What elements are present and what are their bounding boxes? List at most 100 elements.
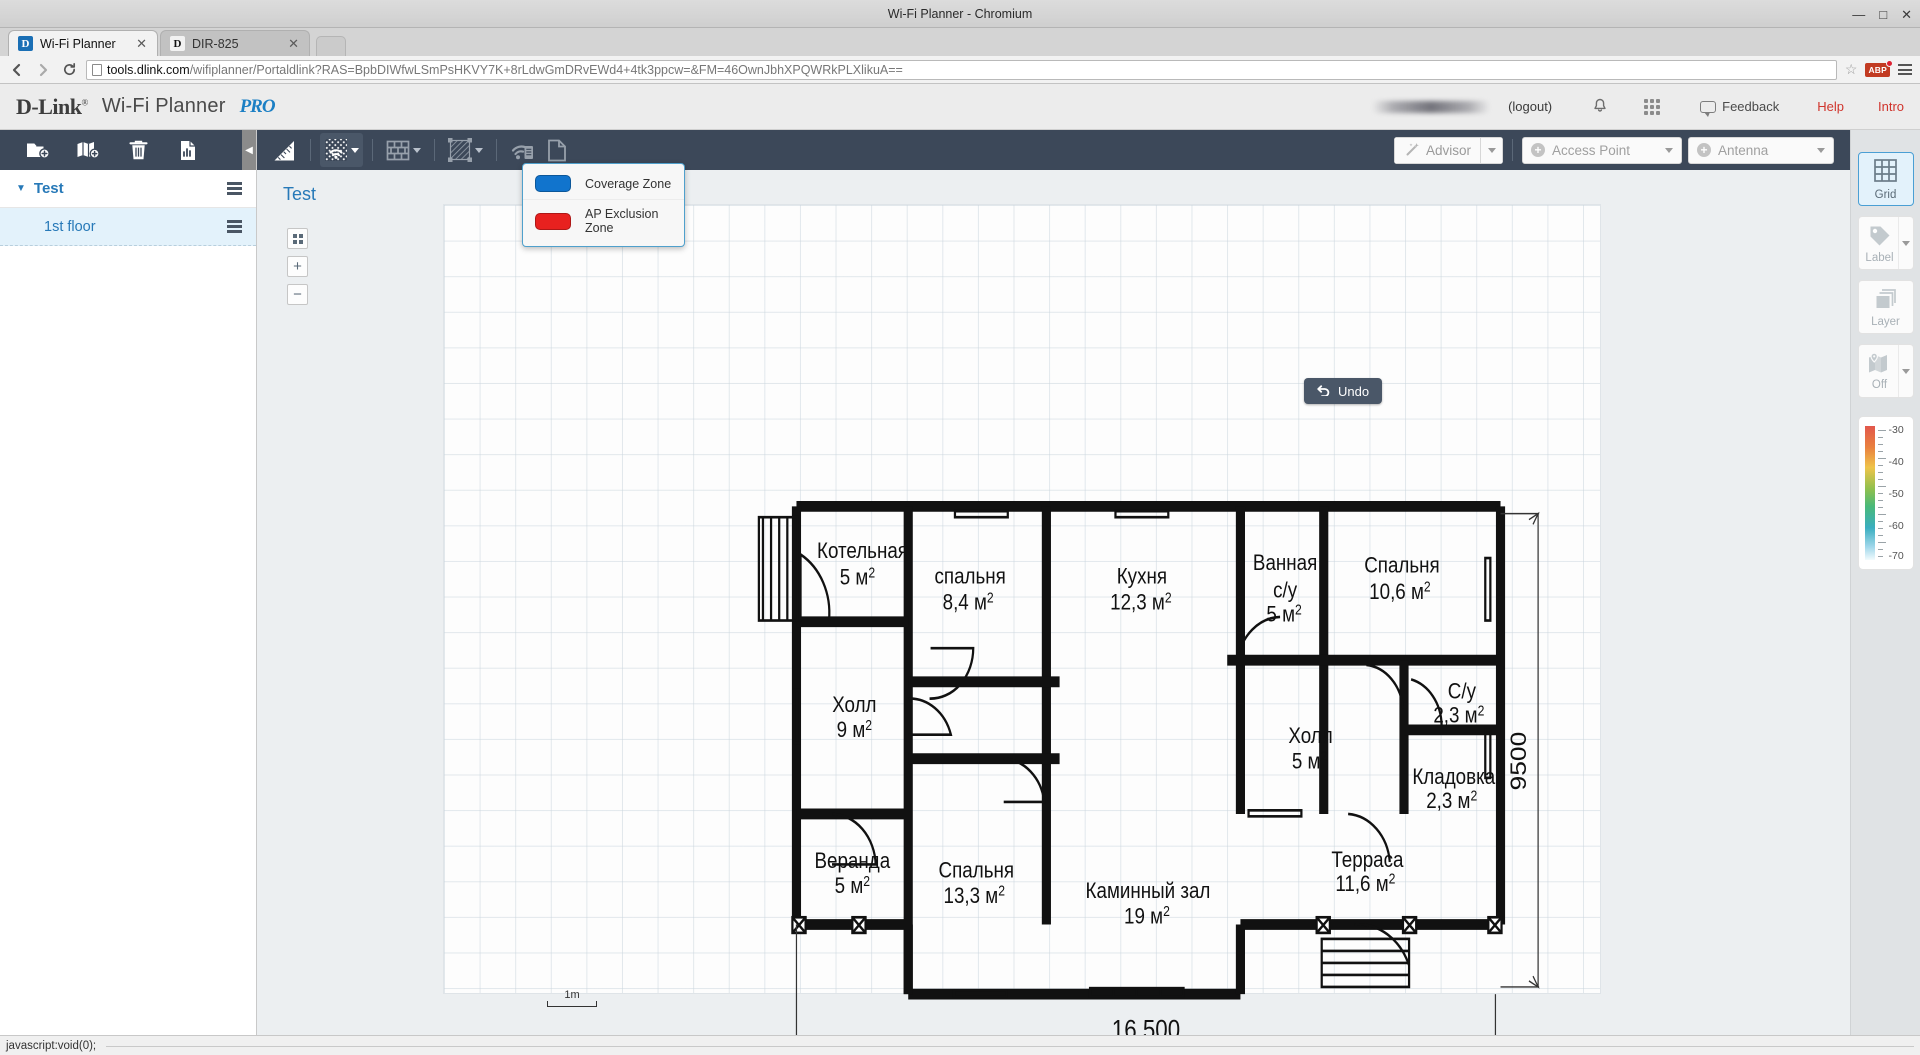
back-arrow-icon[interactable]	[8, 61, 26, 79]
advisor-button-group[interactable]: Advisor	[1394, 137, 1503, 164]
window-controls: — □ ✕	[1852, 0, 1912, 28]
document-tool-button[interactable]	[540, 133, 574, 167]
coverage-zone-option[interactable]: Coverage Zone	[523, 168, 684, 199]
coverage-zone-swatch	[535, 175, 571, 192]
legend-gradient	[1865, 426, 1876, 560]
floorplan-canvas[interactable]: Test + − Undo	[257, 170, 1850, 1035]
star-icon[interactable]: ☆	[1845, 61, 1858, 78]
feedback-label: Feedback	[1722, 99, 1779, 114]
app-body: ◀ ▼ Test 1st floor	[0, 130, 1920, 1035]
layer-label: Layer	[1871, 316, 1900, 328]
svg-text:11,6 м2: 11,6 м2	[1335, 871, 1395, 897]
browser-tabstrip: D Wi-Fi Planner ✕ D DIR-825 ✕	[0, 28, 1920, 56]
svg-text:2,3 м2: 2,3 м2	[1426, 788, 1477, 814]
antenna-select[interactable]: + Antenna	[1688, 137, 1834, 164]
advisor-dropdown-button[interactable]	[1481, 137, 1503, 164]
signal-legend: -30 -40 -50 -60 -70	[1858, 416, 1914, 570]
forward-arrow-icon[interactable]	[34, 61, 52, 79]
dlink-logo[interactable]: D-Link®	[16, 94, 88, 120]
chevron-down-icon[interactable]: ▼	[16, 183, 26, 194]
browser-tab-wifi-planner[interactable]: D Wi-Fi Planner ✕	[8, 30, 158, 56]
bell-icon[interactable]	[1592, 98, 1608, 115]
advisor-button[interactable]: Advisor	[1394, 137, 1481, 164]
svg-text:Котельная: Котельная	[817, 539, 908, 564]
report-icon[interactable]	[176, 138, 200, 162]
close-button[interactable]: ✕	[1901, 8, 1912, 21]
ap-exclusion-zone-option[interactable]: AP Exclusion Zone	[523, 199, 684, 242]
svg-text:5 м2: 5 м2	[1266, 602, 1301, 628]
url-path: /wifiplanner/Portaldlink?RAS=BpbDIWfwLSm…	[190, 63, 903, 77]
svg-text:16 500: 16 500	[1112, 1016, 1180, 1035]
scale-bar: 1m	[547, 989, 597, 1007]
svg-text:Каминный зал: Каминный зал	[1086, 879, 1211, 904]
wall-tool-button[interactable]	[382, 133, 425, 167]
chevron-down-icon[interactable]	[1665, 148, 1673, 153]
chevron-down-icon[interactable]	[413, 148, 421, 153]
antenna-label: Antenna	[1718, 143, 1810, 158]
grid-toggle[interactable]: Grid	[1858, 152, 1914, 206]
label-dropdown-button[interactable]	[1898, 217, 1913, 269]
reload-icon[interactable]	[60, 61, 78, 79]
new-tab-button[interactable]	[316, 36, 346, 56]
canvas-zoom-tools: + −	[287, 228, 308, 305]
adblock-plus-icon[interactable]: ABP	[1865, 63, 1890, 77]
svg-text:2,3 м2: 2,3 м2	[1433, 702, 1484, 728]
heatmap-toggle[interactable]: Off	[1858, 344, 1914, 398]
status-bar: javascript:void(0);	[0, 1035, 1920, 1055]
close-icon[interactable]: ✕	[288, 36, 299, 52]
intro-link[interactable]: Intro	[1878, 99, 1904, 114]
undo-arrow-icon	[1317, 384, 1331, 399]
tag-icon	[1868, 224, 1892, 249]
heatmap-tool-button[interactable]	[506, 133, 540, 167]
add-map-icon[interactable]	[76, 138, 100, 162]
close-icon[interactable]: ✕	[136, 36, 147, 52]
undo-button[interactable]: Undo	[1304, 378, 1382, 404]
area-tool-button[interactable]	[444, 133, 487, 167]
apps-grid-icon[interactable]	[1644, 99, 1660, 115]
help-link[interactable]: Help	[1817, 99, 1844, 114]
svg-text:13,3 м2: 13,3 м2	[944, 883, 1005, 909]
sidebar-toolbar: ◀	[0, 130, 256, 170]
label-toggle[interactable]: Label	[1858, 216, 1914, 270]
minimize-button[interactable]: —	[1852, 8, 1865, 21]
heatmap-dropdown-button[interactable]	[1898, 345, 1913, 397]
svg-text:9500: 9500	[1507, 732, 1532, 791]
row-menu-icon[interactable]	[227, 220, 242, 233]
ruler-tool-button[interactable]	[267, 133, 301, 167]
logout-link[interactable]: (logout)	[1508, 99, 1552, 114]
chevron-down-icon[interactable]	[475, 148, 483, 153]
view-options-panel: Grid Label Layer Off	[1850, 130, 1920, 1035]
zoom-out-button[interactable]: −	[287, 284, 308, 305]
plus-circle-icon: +	[1531, 143, 1545, 157]
svg-text:Спальня: Спальня	[1364, 553, 1440, 578]
page-info-icon[interactable]	[92, 64, 102, 76]
new-project-icon[interactable]	[26, 138, 50, 162]
delete-icon[interactable]	[126, 138, 150, 162]
legend-label-4: -70	[1889, 550, 1904, 562]
browser-tab-dir-825[interactable]: D DIR-825 ✕	[160, 30, 310, 56]
map-pin-icon	[1867, 352, 1893, 376]
chevron-down-icon[interactable]	[351, 148, 359, 153]
tree-item-1st-floor[interactable]: 1st floor	[0, 208, 256, 246]
dlink-blue-icon: D	[18, 36, 33, 51]
layers-icon	[1874, 288, 1898, 313]
address-bar[interactable]: tools.dlink.com/wifiplanner/Portaldlink?…	[86, 60, 1837, 80]
tree-item-project[interactable]: ▼ Test	[0, 170, 256, 208]
row-menu-icon[interactable]	[227, 182, 242, 195]
hamburger-menu-icon[interactable]	[1898, 64, 1912, 75]
fit-to-screen-button[interactable]	[287, 228, 308, 249]
browser-toolbar: tools.dlink.com/wifiplanner/Portaldlink?…	[0, 56, 1920, 84]
zone-tool-button[interactable]	[320, 133, 363, 167]
feedback-link[interactable]: Feedback	[1700, 99, 1779, 114]
svg-text:Кухня: Кухня	[1117, 564, 1167, 589]
zoom-in-button[interactable]: +	[287, 256, 308, 277]
project-sidebar: ◀ ▼ Test 1st floor	[0, 130, 257, 1035]
sidebar-collapse-button[interactable]: ◀	[242, 130, 256, 170]
layer-toggle[interactable]: Layer	[1858, 280, 1914, 334]
chevron-down-icon[interactable]	[1817, 148, 1825, 153]
svg-text:9 м2: 9 м2	[837, 717, 872, 743]
maximize-button[interactable]: □	[1879, 8, 1887, 21]
legend-label-3: -60	[1889, 520, 1904, 532]
access-point-select[interactable]: + Access Point	[1522, 137, 1682, 164]
svg-text:Холл: Холл	[832, 692, 876, 717]
